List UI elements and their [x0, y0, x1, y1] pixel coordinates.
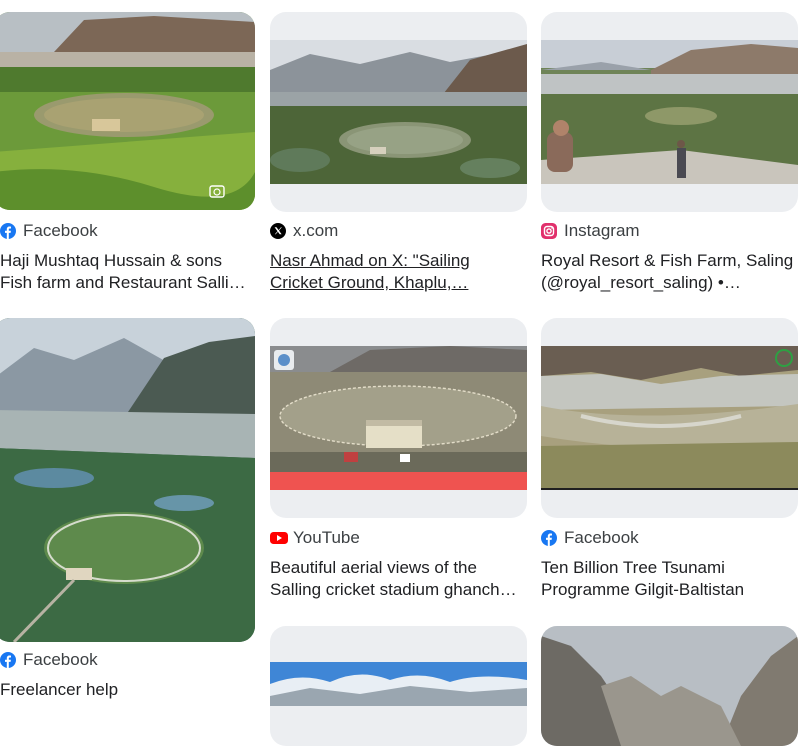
x-logo-icon [270, 223, 286, 239]
result-title[interactable]: Ten Billion Tree Tsunami Programme Gilgi… [541, 557, 798, 601]
title-line: Salling cricket stadium ghanch… [270, 580, 517, 599]
aerial-green-valley-image [0, 12, 255, 210]
title-line: (@royal_resort_saling) •… [541, 273, 741, 292]
people-overlooking-valley-image [541, 40, 798, 184]
title-line: Beautiful aerial views of the [270, 558, 477, 577]
result-thumbnail[interactable] [270, 626, 527, 746]
result-title[interactable]: Beautiful aerial views of the Salling cr… [270, 557, 527, 601]
result-title[interactable]: Haji Mushtaq Hussain & sons Fish farm an… [0, 250, 255, 294]
source-label: Facebook [564, 528, 639, 547]
result-thumbnail[interactable] [270, 318, 527, 518]
result-thumbnail[interactable] [541, 626, 798, 746]
facebook-icon [0, 652, 16, 668]
result-source[interactable]: Facebook [0, 649, 98, 671]
title-line: Haji Mushtaq Hussain & sons [0, 251, 223, 270]
gray-mountain-gorge-image [541, 626, 798, 746]
source-label: Facebook [23, 221, 98, 240]
title-line: Freelancer help [0, 680, 119, 699]
result-title[interactable]: Nasr Ahmad on X: "Sailing Cricket Ground… [270, 250, 527, 294]
result-source[interactable]: YouTube [270, 527, 360, 549]
title-line: Ten Billion Tree Tsunami [541, 558, 725, 577]
result-thumbnail[interactable] [270, 12, 527, 212]
result-source[interactable]: x.com [270, 220, 338, 242]
title-line: Fish farm and Restaurant Sallin… [0, 273, 255, 292]
youtube-icon [270, 530, 288, 546]
source-label: Facebook [23, 650, 98, 669]
instagram-icon [541, 223, 557, 239]
result-source[interactable]: Instagram [541, 220, 640, 242]
source-label: YouTube [293, 528, 360, 547]
aerial-cricket-ground-image [270, 40, 527, 184]
facebook-icon [541, 530, 557, 546]
facebook-icon [0, 223, 16, 239]
source-label: Instagram [564, 221, 640, 240]
title-line: Royal Resort & Fish Farm, Saling [541, 251, 794, 270]
result-source[interactable]: Facebook [0, 220, 98, 242]
title-line: Cricket Ground, Khaplu,… [270, 273, 469, 292]
result-thumbnail[interactable] [0, 318, 255, 642]
result-title[interactable]: Royal Resort & Fish Farm, Saling (@royal… [541, 250, 798, 294]
title-line: Programme Gilgit-Baltistan [541, 580, 745, 599]
aerial-valley-circular-field-image [0, 318, 255, 642]
result-title[interactable]: Freelancer help [0, 679, 255, 701]
result-thumbnail[interactable] [541, 318, 798, 518]
source-label: x.com [293, 221, 339, 240]
aerial-blue-sky-mountains-image [270, 662, 527, 706]
result-thumbnail[interactable] [0, 12, 255, 210]
result-thumbnail[interactable] [541, 12, 798, 212]
result-source[interactable]: Facebook [541, 527, 639, 549]
river-delta-mountains-image [541, 346, 798, 490]
title-line: Nasr Ahmad on X: "Sailing [270, 251, 470, 270]
drone-footage-cricket-stadium-image [270, 346, 527, 490]
